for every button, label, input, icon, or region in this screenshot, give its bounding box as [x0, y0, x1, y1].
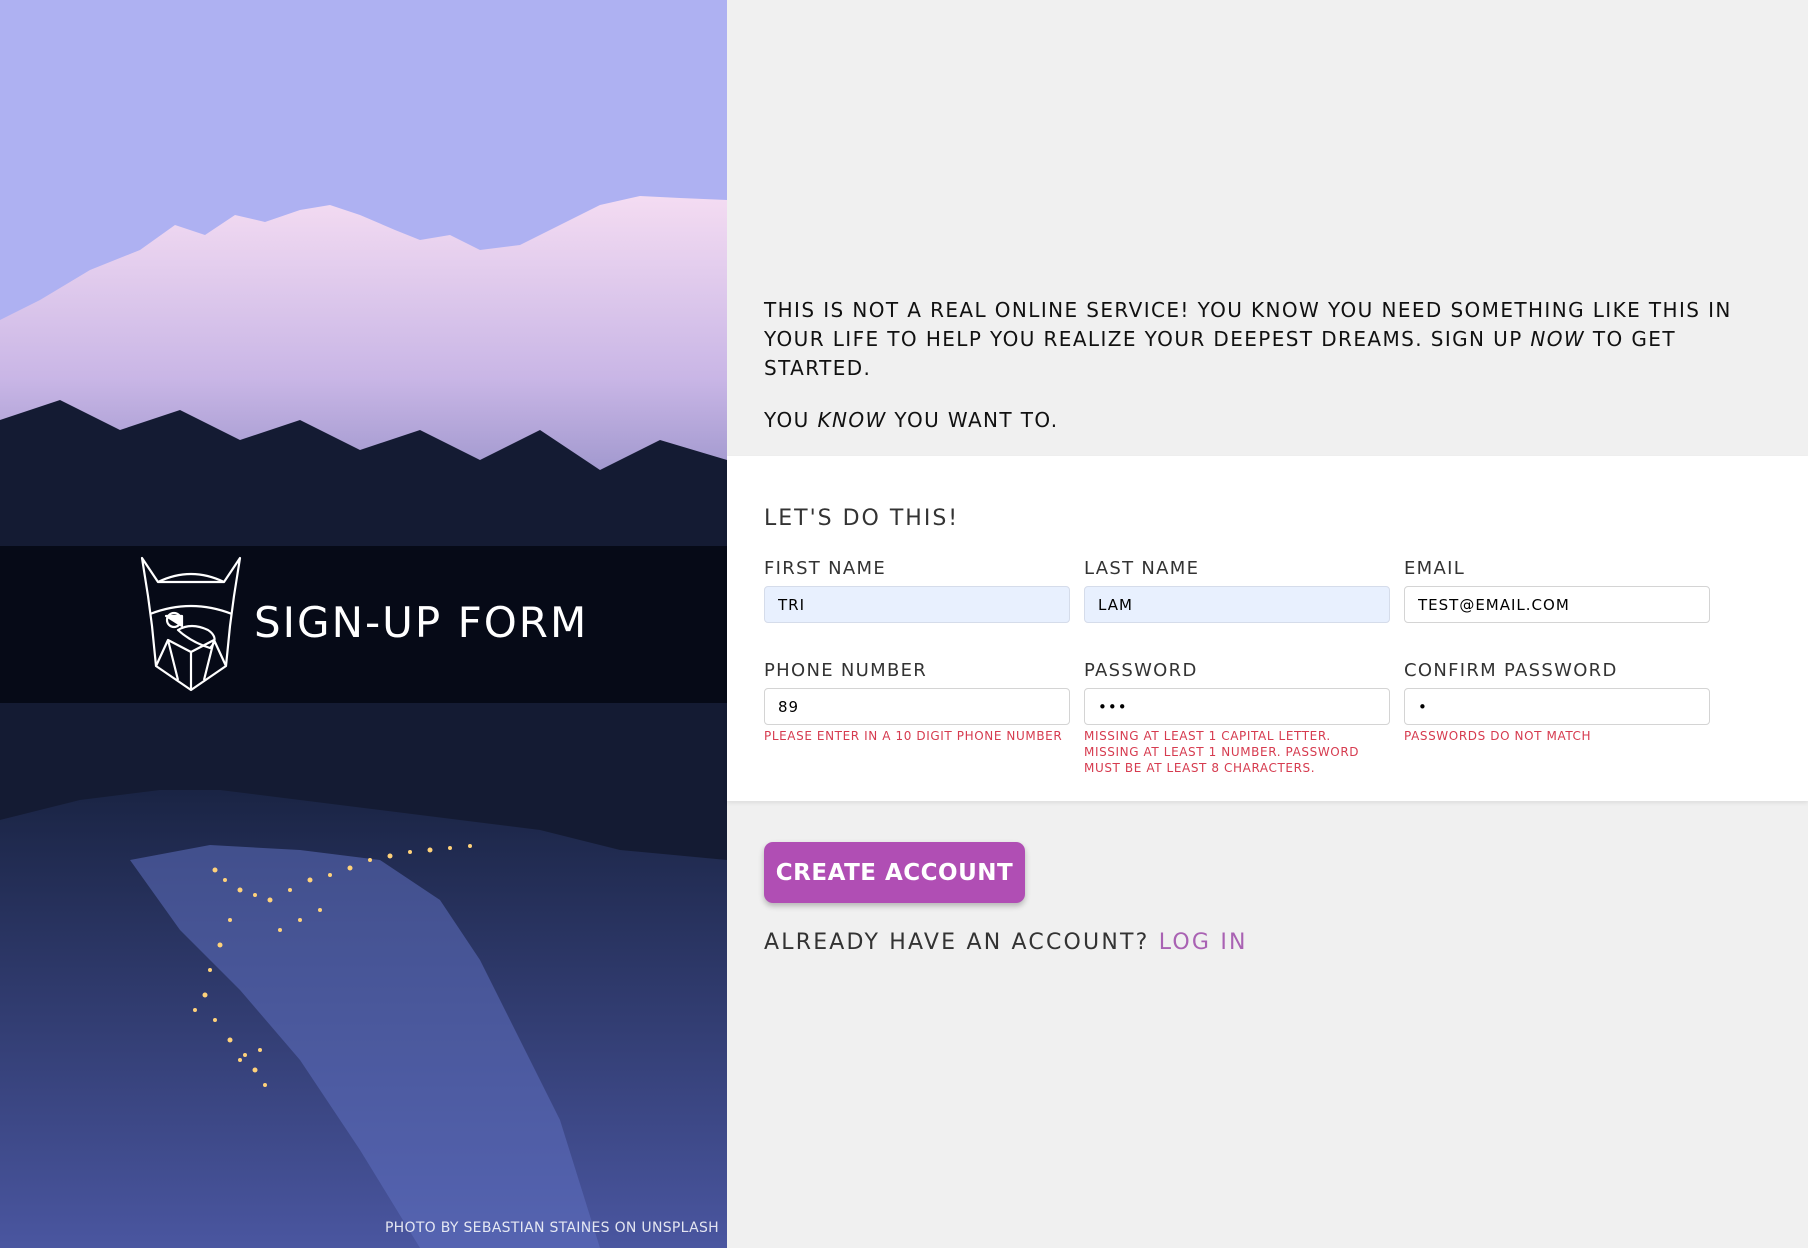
- brand-title: SIGN-UP FORM: [254, 598, 589, 647]
- phone-error: PLEASE ENTER IN A 10 DIGIT PHONE NUMBER: [764, 729, 1063, 743]
- intro-paragraph-2: YOU KNOW YOU WANT TO.: [764, 408, 1059, 432]
- password-label: PASSWORD: [1084, 660, 1198, 681]
- password-error: MISSING AT LEAST 1 CAPITAL LETTER. MISSI…: [1084, 729, 1360, 775]
- form-heading: LET'S DO THIS!: [764, 506, 960, 531]
- intro-paragraph-1: THIS IS NOT A REAL ONLINE SERVICE! YOU K…: [764, 298, 1732, 380]
- first-name-input[interactable]: [764, 586, 1070, 623]
- login-prompt: ALREADY HAVE AN ACCOUNT? LOG IN: [764, 930, 1248, 955]
- last-name-input[interactable]: [1084, 586, 1390, 623]
- password-group: PASSWORD MISSING AT LEAST 1 CAPITAL LETT…: [1084, 660, 1390, 776]
- confirm-password-label: CONFIRM PASSWORD: [1404, 660, 1618, 681]
- first-name-label: FIRST NAME: [764, 558, 886, 579]
- phone-label: PHONE NUMBER: [764, 660, 928, 681]
- photo-credit: PHOTO BY SEBASTIAN STAINES ON UNSPLASH: [384, 1220, 719, 1236]
- login-prompt-text: ALREADY HAVE AN ACCOUNT?: [764, 930, 1150, 955]
- create-account-button[interactable]: CREATE ACCOUNT: [764, 842, 1025, 903]
- email-group: EMAIL: [1404, 558, 1710, 623]
- odin-helmet-logo-icon: [140, 556, 242, 692]
- signup-form: LET'S DO THIS! FIRST NAME LAST NAME EMAI…: [727, 456, 1808, 801]
- phone-group: PHONE NUMBER PLEASE ENTER IN A 10 DIGIT …: [764, 660, 1070, 744]
- first-name-group: FIRST NAME: [764, 558, 1070, 623]
- confirm-password-input[interactable]: [1404, 688, 1710, 725]
- email-input[interactable]: [1404, 586, 1710, 623]
- confirm-password-error: PASSWORDS DO NOT MATCH: [1404, 729, 1592, 743]
- password-input[interactable]: [1084, 688, 1390, 725]
- last-name-label: LAST NAME: [1084, 558, 1200, 579]
- hero-panel: SIGN-UP FORM PHOTO BY SEBASTIAN STAINES …: [0, 0, 727, 1248]
- confirm-password-group: CONFIRM PASSWORD PASSWORDS DO NOT MATCH: [1404, 660, 1710, 744]
- intro-text: THIS IS NOT A REAL ONLINE SERVICE! YOU K…: [764, 296, 1764, 458]
- email-label: EMAIL: [1404, 558, 1466, 579]
- log-in-link[interactable]: LOG IN: [1159, 930, 1248, 955]
- last-name-group: LAST NAME: [1084, 558, 1390, 623]
- phone-input[interactable]: [764, 688, 1070, 725]
